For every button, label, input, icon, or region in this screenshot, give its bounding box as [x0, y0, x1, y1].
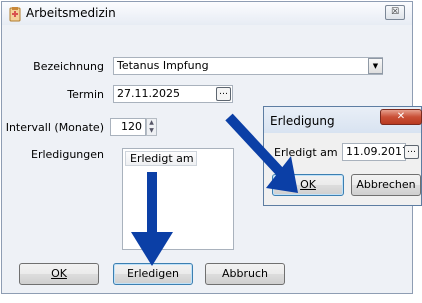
- arrow-to-erledigen: [131, 172, 173, 266]
- arrow-to-dialog-ok: [225, 113, 298, 193]
- annotation-arrows: [131, 113, 298, 266]
